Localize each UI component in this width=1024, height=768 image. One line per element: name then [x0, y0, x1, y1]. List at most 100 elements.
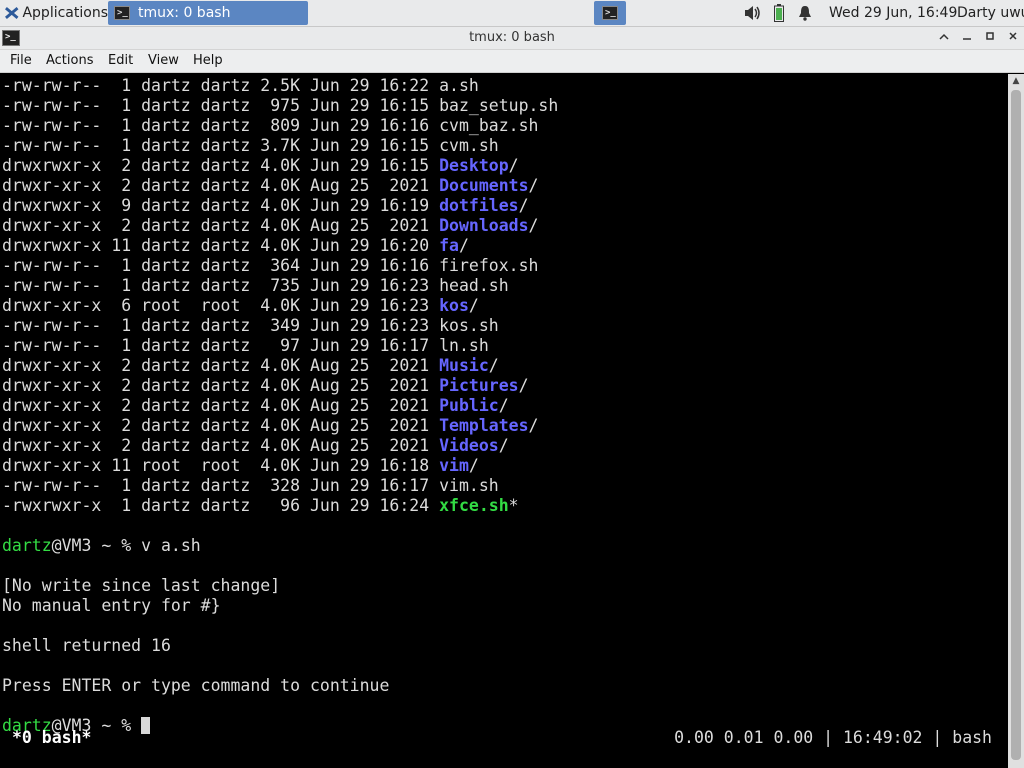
name-suffix: /	[468, 456, 479, 475]
name-suffix: /	[498, 436, 509, 455]
name-suffix: /	[508, 156, 519, 175]
file-name: vim.sh	[439, 476, 499, 495]
name-suffix: /	[518, 376, 529, 395]
directory-name: Templates	[439, 416, 529, 435]
directory-name: Pictures	[439, 376, 519, 395]
chevron-up-icon	[939, 33, 949, 40]
menu-view[interactable]: View	[148, 50, 179, 72]
listing-meta: -rw-rw-r-- 1 dartz dartz 2.5K Jun 29 16:…	[2, 76, 440, 95]
file-name: head.sh	[439, 276, 509, 295]
prompt-user: dartz	[2, 536, 52, 555]
directory-name: dotfiles	[439, 196, 519, 215]
terminal-icon: >_	[114, 6, 130, 20]
minimize-button[interactable]	[956, 27, 978, 49]
listing-row: drwxr-xr-x 2 dartz dartz 4.0K Aug 25 202…	[2, 216, 538, 236]
listing-meta: drwxr-xr-x 2 dartz dartz 4.0K Aug 25 202…	[2, 436, 440, 455]
listing-row: -rw-rw-r-- 1 dartz dartz 735 Jun 29 16:2…	[2, 276, 509, 296]
close-button[interactable]	[1002, 27, 1024, 49]
maximize-button[interactable]	[979, 27, 1001, 49]
prompt-host: @VM3 ~ %	[51, 536, 142, 555]
directory-name: Music	[439, 356, 489, 375]
listing-row: drwxrwxr-x 2 dartz dartz 4.0K Jun 29 16:…	[2, 156, 519, 176]
clock[interactable]: Wed 29 Jun, 16:49	[829, 0, 957, 26]
top-panel: Applications >_ tmux: 0 bash >_ Wed 29 J…	[0, 0, 1024, 27]
menu-help[interactable]: Help	[193, 50, 223, 72]
listing-row: -rw-rw-r-- 1 dartz dartz 975 Jun 29 16:1…	[2, 96, 558, 116]
volume-icon[interactable]	[744, 0, 762, 26]
listing-row: -rw-rw-r-- 1 dartz dartz 809 Jun 29 16:1…	[2, 116, 538, 136]
listing-meta: -rw-rw-r-- 1 dartz dartz 97 Jun 29 16:17	[2, 336, 440, 355]
listing-meta: -rwxrwxr-x 1 dartz dartz 96 Jun 29 16:24	[2, 496, 440, 515]
name-suffix: /	[498, 396, 509, 415]
listing-row: drwxrwxr-x 9 dartz dartz 4.0K Jun 29 16:…	[2, 196, 529, 216]
tmux-status-bar: *0 bash* 0.00 0.01 0.00 | 16:49:02 | bas…	[0, 728, 1008, 748]
listing-meta: drwxr-xr-x 2 dartz dartz 4.0K Aug 25 202…	[2, 416, 440, 435]
window-titlebar[interactable]: >_ tmux: 0 bash	[0, 27, 1024, 50]
xfce-logo-icon	[5, 7, 19, 19]
listing-meta: drwxr-xr-x 6 root root 4.0K Jun 29 16:23	[2, 296, 440, 315]
scroll-up-arrow-icon[interactable]: ▲	[1008, 74, 1024, 88]
name-suffix: /	[528, 216, 539, 235]
listing-row: -rw-rw-r-- 1 dartz dartz 2.5K Jun 29 16:…	[2, 76, 479, 96]
listing-row: drwxr-xr-x 2 dartz dartz 4.0K Aug 25 202…	[2, 416, 538, 436]
listing-row: drwxr-xr-x 2 dartz dartz 4.0K Aug 25 202…	[2, 396, 509, 416]
directory-name: vim	[439, 456, 469, 475]
scroll-thumb[interactable]	[1011, 90, 1021, 760]
shell-return-message: shell returned 16	[2, 636, 171, 655]
listing-row: drwxr-xr-x 2 dartz dartz 4.0K Aug 25 202…	[2, 176, 538, 196]
continue-message: Press ENTER or type command to continue	[2, 676, 390, 695]
user-menu[interactable]: Darty uwu	[957, 0, 1024, 26]
terminal-scrollbar[interactable]: ▲	[1008, 74, 1024, 768]
name-suffix: /	[518, 196, 529, 215]
applications-menu-button[interactable]: Applications	[0, 0, 108, 26]
listing-meta: drwxr-xr-x 2 dartz dartz 4.0K Aug 25 202…	[2, 376, 440, 395]
name-suffix: /	[468, 296, 479, 315]
listing-meta: drwxrwxr-x 9 dartz dartz 4.0K Jun 29 16:…	[2, 196, 440, 215]
listing-row: drwxr-xr-x 2 dartz dartz 4.0K Aug 25 202…	[2, 356, 499, 376]
listing-meta: -rw-rw-r-- 1 dartz dartz 975 Jun 29 16:1…	[2, 96, 440, 115]
menu-actions[interactable]: Actions	[46, 50, 94, 72]
file-name: a.sh	[439, 76, 479, 95]
name-suffix: /	[528, 416, 539, 435]
listing-row: -rw-rw-r-- 1 dartz dartz 3.7K Jun 29 16:…	[2, 136, 499, 156]
name-suffix: *	[508, 496, 519, 515]
terminal-area[interactable]: -rw-rw-r-- 1 dartz dartz 2.5K Jun 29 16:…	[0, 74, 1008, 768]
taskbar-item-label: tmux: 0 bash	[138, 5, 231, 21]
listing-meta: -rw-rw-r-- 1 dartz dartz 809 Jun 29 16:1…	[2, 116, 440, 135]
minimize-icon	[963, 38, 971, 40]
command-text: v a.sh	[141, 536, 201, 555]
shade-button[interactable]	[933, 27, 955, 49]
workspace-switcher[interactable]: >_	[594, 1, 626, 25]
listing-meta: drwxr-xr-x 2 dartz dartz 4.0K Aug 25 202…	[2, 396, 440, 415]
menubar: File Actions Edit View Help	[0, 50, 1024, 73]
directory-name: Videos	[439, 436, 499, 455]
listing-row: drwxr-xr-x 11 root root 4.0K Jun 29 16:1…	[2, 456, 479, 476]
listing-row: -rw-rw-r-- 1 dartz dartz 349 Jun 29 16:2…	[2, 316, 499, 336]
listing-row: -rw-rw-r-- 1 dartz dartz 97 Jun 29 16:17…	[2, 336, 489, 356]
taskbar-item-tmux[interactable]: >_ tmux: 0 bash	[108, 1, 308, 25]
listing-row: drwxrwxr-x 11 dartz dartz 4.0K Jun 29 16…	[2, 236, 469, 256]
menu-file[interactable]: File	[10, 50, 32, 72]
directory-name: Public	[439, 396, 499, 415]
notification-bell-icon[interactable]	[797, 0, 813, 26]
listing-meta: -rw-rw-r-- 1 dartz dartz 328 Jun 29 16:1…	[2, 476, 440, 495]
listing-row: -rw-rw-r-- 1 dartz dartz 364 Jun 29 16:1…	[2, 256, 538, 276]
tmux-window-label[interactable]: *0 bash*	[12, 728, 91, 748]
battery-icon[interactable]	[774, 0, 784, 26]
file-name: baz_setup.sh	[439, 96, 559, 115]
listing-meta: drwxrwxr-x 2 dartz dartz 4.0K Jun 29 16:…	[2, 156, 440, 175]
directory-name: Documents	[439, 176, 529, 195]
tmux-status-right: 0.00 0.01 0.00 | 16:49:02 | bash	[674, 728, 992, 747]
listing-meta: -rw-rw-r-- 1 dartz dartz 349 Jun 29 16:2…	[2, 316, 440, 335]
listing-row: -rw-rw-r-- 1 dartz dartz 328 Jun 29 16:1…	[2, 476, 499, 496]
maximize-icon	[986, 32, 994, 40]
terminal-icon: >_	[602, 6, 618, 20]
listing-row: -rwxrwxr-x 1 dartz dartz 96 Jun 29 16:24…	[2, 496, 519, 516]
directory-name: fa	[439, 236, 459, 255]
vim-message: [No write since last change]	[2, 576, 281, 595]
listing-row: drwxr-xr-x 2 dartz dartz 4.0K Aug 25 202…	[2, 376, 529, 396]
prompt-line: dartz@VM3 ~ % v a.sh	[2, 536, 201, 556]
menu-edit[interactable]: Edit	[108, 50, 133, 72]
directory-name: kos	[439, 296, 469, 315]
file-name: cvm_baz.sh	[439, 116, 539, 135]
